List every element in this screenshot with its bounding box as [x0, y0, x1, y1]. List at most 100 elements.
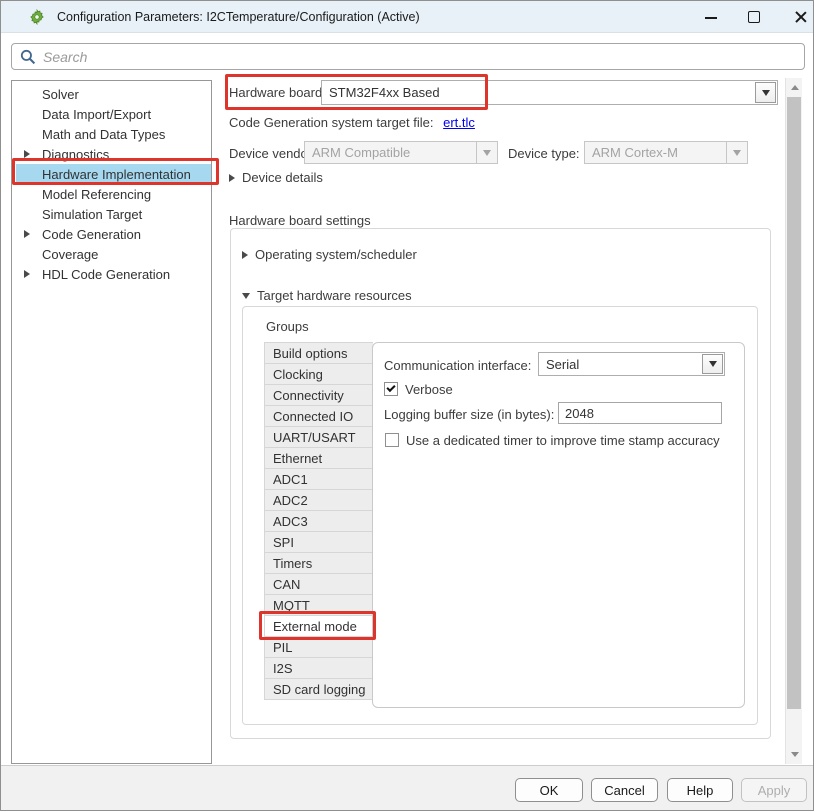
group-item-label: Connected IO	[273, 409, 353, 424]
button-bar: OK Cancel Help Apply	[1, 765, 813, 810]
group-item-clocking[interactable]: Clocking	[265, 364, 373, 385]
expander-collapsed-icon	[229, 174, 235, 182]
minimize-icon	[705, 17, 717, 19]
sidebar-item-label: Diagnostics	[42, 147, 109, 162]
sidebar-item-hardware-implementation[interactable]: Hardware Implementation	[16, 164, 211, 184]
group-item-label: SD card logging	[273, 682, 366, 697]
hardware-board-select[interactable]: STM32F4xx Based	[321, 80, 778, 105]
target-hw-resources-label: Target hardware resources	[257, 288, 412, 303]
group-item-label: Build options	[273, 346, 347, 361]
dropdown-arrow-icon	[726, 142, 747, 163]
group-item-label: ADC1	[273, 472, 308, 487]
groups-label: Groups	[266, 319, 309, 334]
sidebar-item-label: Code Generation	[42, 227, 141, 242]
sidebar-item-simulation-target[interactable]: Simulation Target	[12, 204, 211, 224]
expander-collapsed-icon[interactable]	[24, 150, 30, 158]
maximize-button[interactable]	[737, 1, 771, 33]
group-item-label: Ethernet	[273, 451, 322, 466]
sidebar-item-model-referencing[interactable]: Model Referencing	[12, 184, 211, 204]
group-item-label: SPI	[273, 535, 294, 550]
group-item-external-mode[interactable]: External mode	[265, 616, 373, 637]
search-icon	[20, 49, 36, 65]
dedicated-timer-label: Use a dedicated timer to improve time st…	[406, 433, 720, 448]
group-item-label: I2S	[273, 661, 293, 676]
sidebar-item-label: Hardware Implementation	[42, 167, 191, 182]
sidebar-item-data-import-export[interactable]: Data Import/Export	[12, 104, 211, 124]
title-bar: Configuration Parameters: I2CTemperature…	[1, 1, 813, 33]
category-tree: Solver Data Import/Export Math and Data …	[11, 80, 212, 764]
communication-interface-value: Serial	[539, 357, 701, 372]
group-item-timers[interactable]: Timers	[265, 553, 373, 574]
device-details-expander[interactable]: Device details	[229, 170, 323, 185]
close-button[interactable]	[777, 1, 811, 33]
vertical-scrollbar[interactable]	[785, 78, 802, 764]
sidebar-item-label: Data Import/Export	[42, 107, 151, 122]
group-item-adc2[interactable]: ADC2	[265, 490, 373, 511]
scrollbar-thumb[interactable]	[787, 97, 801, 709]
logging-buffer-input[interactable]	[558, 402, 722, 424]
expander-collapsed-icon	[242, 251, 248, 259]
scroll-down-icon[interactable]	[786, 746, 803, 763]
group-item-i2s[interactable]: I2S	[265, 658, 373, 679]
dedicated-timer-checkbox[interactable]	[385, 433, 399, 447]
search-input[interactable]	[43, 49, 796, 65]
device-vendor-value: ARM Compatible	[305, 145, 476, 160]
group-item-connected-io[interactable]: Connected IO	[265, 406, 373, 427]
sidebar-item-code-generation[interactable]: Code Generation	[12, 224, 211, 244]
expander-collapsed-icon[interactable]	[24, 270, 30, 278]
sidebar-item-coverage[interactable]: Coverage	[12, 244, 211, 264]
group-item-build-options[interactable]: Build options	[265, 343, 373, 364]
group-item-mqtt[interactable]: MQTT	[265, 595, 373, 616]
target-file-link[interactable]: ert.tlc	[443, 115, 475, 130]
group-item-adc3[interactable]: ADC3	[265, 511, 373, 532]
sidebar-item-label: Math and Data Types	[42, 127, 165, 142]
sidebar-item-solver[interactable]: Solver	[12, 84, 211, 104]
group-item-can[interactable]: CAN	[265, 574, 373, 595]
group-item-pil[interactable]: PIL	[265, 637, 373, 658]
communication-interface-label: Communication interface:	[384, 358, 531, 373]
sidebar-item-diagnostics[interactable]: Diagnostics	[12, 144, 211, 164]
group-item-label: MQTT	[273, 598, 310, 613]
group-item-uart-usart[interactable]: UART/USART	[265, 427, 373, 448]
communication-interface-select[interactable]: Serial	[538, 352, 725, 376]
sidebar-item-label: HDL Code Generation	[42, 267, 170, 282]
group-item-ethernet[interactable]: Ethernet	[265, 448, 373, 469]
expander-collapsed-icon[interactable]	[24, 230, 30, 238]
group-item-label: External mode	[273, 619, 357, 634]
sidebar-item-label: Simulation Target	[42, 207, 142, 222]
close-icon	[794, 10, 808, 24]
apply-button: Apply	[741, 778, 807, 802]
group-item-adc1[interactable]: ADC1	[265, 469, 373, 490]
configuration-gear-icon	[29, 9, 45, 25]
group-item-label: ADC3	[273, 514, 308, 529]
device-vendor-select: ARM Compatible	[304, 141, 498, 164]
sidebar-item-math-and-data-types[interactable]: Math and Data Types	[12, 124, 211, 144]
device-vendor-label: Device vendor:	[229, 146, 316, 161]
verbose-checkbox[interactable]	[384, 382, 398, 396]
board-settings-title: Hardware board settings	[229, 213, 371, 228]
maximize-icon	[748, 11, 760, 23]
dropdown-arrow-icon[interactable]	[702, 354, 723, 374]
target-hw-resources-expander[interactable]: Target hardware resources	[242, 288, 412, 303]
group-item-label: UART/USART	[273, 430, 356, 445]
cancel-button[interactable]: Cancel	[591, 778, 658, 802]
minimize-button[interactable]	[694, 1, 728, 33]
sidebar-item-label: Solver	[42, 87, 79, 102]
dropdown-arrow-icon[interactable]	[755, 82, 776, 103]
help-button[interactable]: Help	[667, 778, 733, 802]
group-item-spi[interactable]: SPI	[265, 532, 373, 553]
ok-button[interactable]: OK	[515, 778, 583, 802]
sidebar-item-label: Model Referencing	[42, 187, 151, 202]
logging-buffer-label: Logging buffer size (in bytes):	[384, 407, 554, 422]
group-item-sd-card-logging[interactable]: SD card logging	[265, 679, 373, 700]
expander-expanded-icon	[242, 293, 250, 299]
window-title: Configuration Parameters: I2CTemperature…	[57, 10, 420, 24]
group-item-connectivity[interactable]: Connectivity	[265, 385, 373, 406]
group-item-label: Clocking	[273, 367, 323, 382]
scroll-up-icon[interactable]	[786, 79, 803, 96]
group-item-label: PIL	[273, 640, 293, 655]
sidebar-item-hdl-code-generation[interactable]: HDL Code Generation	[12, 264, 211, 284]
os-scheduler-label: Operating system/scheduler	[255, 247, 417, 262]
os-scheduler-expander[interactable]: Operating system/scheduler	[242, 247, 417, 262]
search-box[interactable]	[11, 43, 805, 70]
